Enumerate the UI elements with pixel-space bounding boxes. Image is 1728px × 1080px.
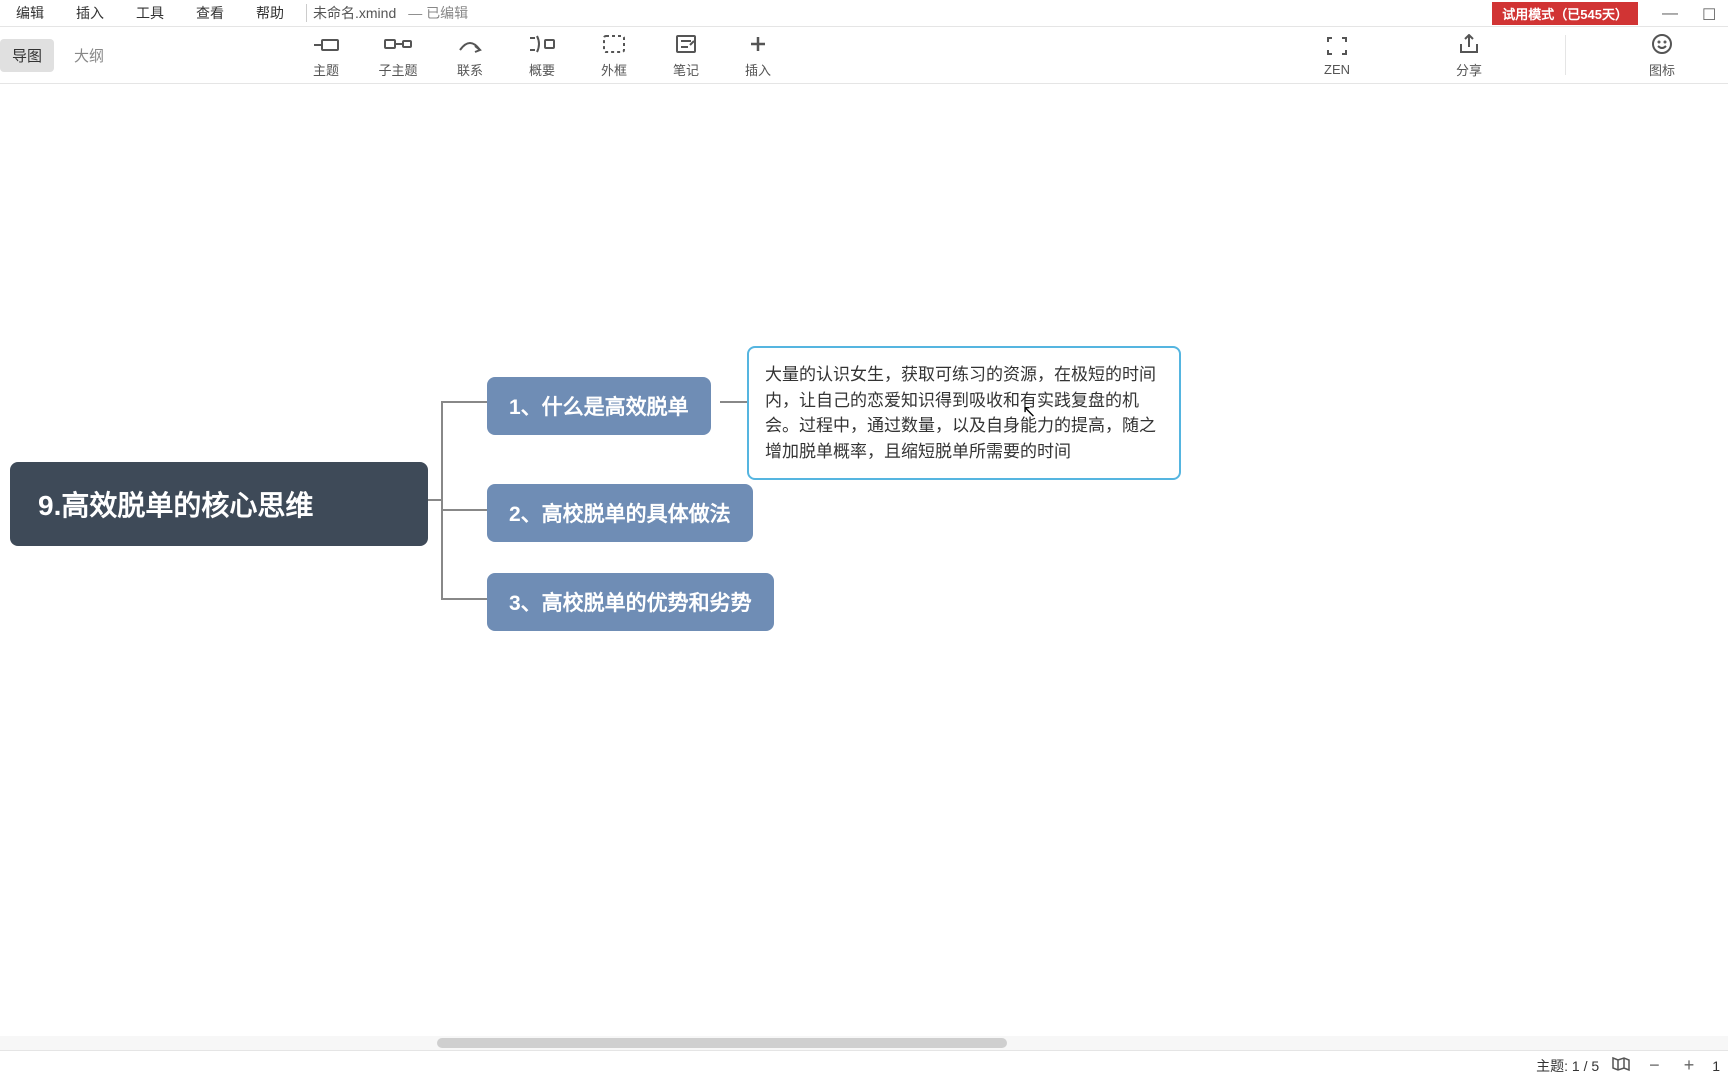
menu-help[interactable]: 帮助 [240, 0, 300, 26]
menu-items: 编辑 插入 工具 查看 帮助 [0, 0, 300, 26]
boundary-label: 外框 [601, 60, 627, 79]
subtopic-button[interactable]: 子主题 [362, 32, 434, 79]
relation-button[interactable]: 联系 [434, 32, 506, 79]
menu-divider [306, 4, 307, 22]
note-label: 笔记 [673, 60, 699, 79]
plus-icon [748, 32, 768, 56]
note-icon [675, 32, 697, 56]
menu-view[interactable]: 查看 [180, 0, 240, 26]
summary-label: 概要 [529, 60, 555, 79]
smile-icon [1651, 32, 1673, 56]
zoom-level: 1 [1712, 1058, 1720, 1074]
share-button[interactable]: 分享 [1433, 32, 1505, 79]
boundary-button[interactable]: 外框 [578, 32, 650, 79]
horizontal-scrollbar[interactable] [0, 1036, 1728, 1050]
minimize-icon[interactable]: — [1662, 5, 1678, 21]
topic-icon [313, 32, 339, 56]
tab-mindmap[interactable]: 导图 [0, 39, 54, 72]
child-topic-1[interactable]: 1、什么是高效脱单 [487, 377, 711, 435]
subtopic-label: 子主题 [378, 60, 417, 79]
toolbar: 导图 大纲 主题 子主题 联系 概要 外框 笔记 插入 [0, 26, 1728, 84]
summary-icon [529, 32, 555, 56]
icons-label: 图标 [1649, 60, 1675, 79]
zen-label: ZEN [1324, 62, 1350, 77]
icons-button[interactable]: 图标 [1626, 32, 1698, 79]
boundary-icon [602, 32, 626, 56]
tab-outline[interactable]: 大纲 [62, 39, 116, 72]
toolbar-divider [1565, 35, 1566, 75]
relation-icon [458, 32, 482, 56]
maximize-icon[interactable]: ☐ [1702, 5, 1718, 21]
toolbar-center: 主题 子主题 联系 概要 外框 笔记 插入 [290, 32, 794, 79]
root-topic-node[interactable]: 9.高效脱单的核心思维 [10, 462, 428, 546]
subtopic-icon [384, 32, 412, 56]
topic-label: 主题 [313, 60, 339, 79]
zen-button[interactable]: ZEN [1301, 34, 1373, 77]
trial-mode-badge: 试用模式（已545天） [1492, 2, 1638, 25]
menu-tools[interactable]: 工具 [120, 0, 180, 26]
window-controls: — ☐ [1662, 5, 1728, 21]
file-info: 未命名.xmind — 已编辑 [313, 3, 468, 23]
child-topic-2[interactable]: 2、高校脱单的具体做法 [487, 484, 753, 542]
map-overview-icon[interactable] [1611, 1056, 1631, 1075]
share-label: 分享 [1456, 60, 1482, 79]
menu-insert[interactable]: 插入 [60, 0, 120, 26]
relation-label: 联系 [457, 60, 483, 79]
note-button[interactable]: 笔记 [650, 32, 722, 79]
menu-edit[interactable]: 编辑 [0, 0, 60, 26]
view-tabs: 导图 大纲 [0, 39, 116, 72]
zoom-in-button[interactable]: + [1678, 1055, 1701, 1076]
mindmap-canvas[interactable]: 9.高效脱单的核心思维 1、什么是高效脱单 2、高校脱单的具体做法 3、高校脱单… [0, 84, 1728, 1050]
zoom-out-button[interactable]: − [1643, 1055, 1666, 1076]
insert-label: 插入 [745, 60, 771, 79]
menubar: 编辑 插入 工具 查看 帮助 未命名.xmind — 已编辑 试用模式（已545… [0, 0, 1728, 26]
statusbar: 主题: 1 / 5 − + 1 [0, 1050, 1728, 1080]
toolbar-right: ZEN 分享 图标 [1301, 32, 1698, 79]
fullscreen-icon [1326, 34, 1348, 58]
file-name: 未命名.xmind [313, 3, 396, 23]
insert-button[interactable]: 插入 [722, 32, 794, 79]
topic-button[interactable]: 主题 [290, 32, 362, 79]
note-topic-node[interactable]: 大量的认识女生，获取可练习的资源，在极短的时间内，让自己的恋爱知识得到吸收和有实… [747, 346, 1181, 480]
file-status: — 已编辑 [408, 3, 468, 23]
summary-button[interactable]: 概要 [506, 32, 578, 79]
topic-count: 主题: 1 / 5 [1536, 1056, 1599, 1076]
child-topic-3[interactable]: 3、高校脱单的优势和劣势 [487, 573, 774, 631]
scrollbar-thumb[interactable] [437, 1038, 1007, 1048]
share-icon [1458, 32, 1480, 56]
